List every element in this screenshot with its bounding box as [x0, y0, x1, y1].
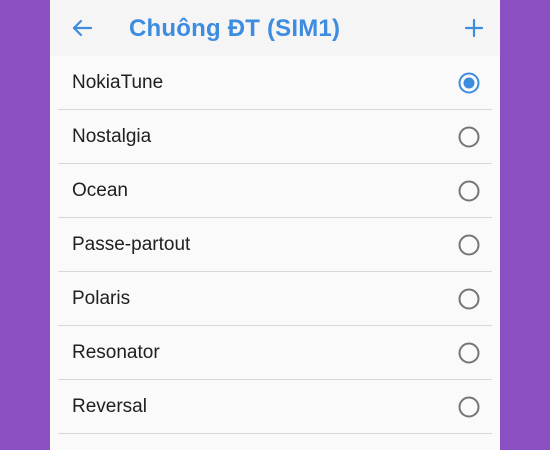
radio-button-selected[interactable]: [458, 72, 480, 94]
arrow-left-icon: [72, 19, 93, 37]
ringtone-item-resonator[interactable]: Resonator: [50, 326, 500, 380]
ringtone-item-nostalgia[interactable]: Nostalgia: [50, 110, 500, 164]
ringtone-label: NokiaTune: [72, 72, 164, 93]
add-ringtone-button[interactable]: [456, 10, 492, 46]
back-button[interactable]: [64, 10, 100, 46]
ringtone-item-nokiatune[interactable]: NokiaTune: [50, 56, 500, 110]
ringtone-label: Resonator: [72, 342, 160, 363]
ringtone-list: NokiaTune Nostalgia Ocean Passe-partout: [50, 56, 500, 434]
radio-button[interactable]: [458, 342, 480, 364]
ringtone-screen: Chuông ĐT (SIM1) NokiaTune Nostalgia Oce…: [50, 0, 500, 450]
ringtone-item-reversal[interactable]: Reversal: [50, 380, 500, 434]
radio-button[interactable]: [458, 180, 480, 202]
ringtone-item-ocean[interactable]: Ocean: [50, 164, 500, 218]
ringtone-item-polaris[interactable]: Polaris: [50, 272, 500, 326]
plus-icon: [464, 18, 484, 38]
radio-button[interactable]: [458, 396, 480, 418]
ringtone-label: Passe-partout: [72, 234, 191, 255]
app-bar: Chuông ĐT (SIM1): [50, 0, 500, 56]
ringtone-label: Reversal: [72, 396, 147, 417]
radio-button[interactable]: [458, 126, 480, 148]
radio-button[interactable]: [458, 288, 480, 310]
ringtone-label: Ocean: [72, 180, 128, 201]
page-title: Chuông ĐT (SIM1): [129, 15, 341, 42]
ringtone-label: Polaris: [72, 288, 131, 309]
ringtone-item-passe-partout[interactable]: Passe-partout: [50, 218, 500, 272]
ringtone-label: Nostalgia: [72, 126, 152, 147]
radio-button[interactable]: [458, 234, 480, 256]
